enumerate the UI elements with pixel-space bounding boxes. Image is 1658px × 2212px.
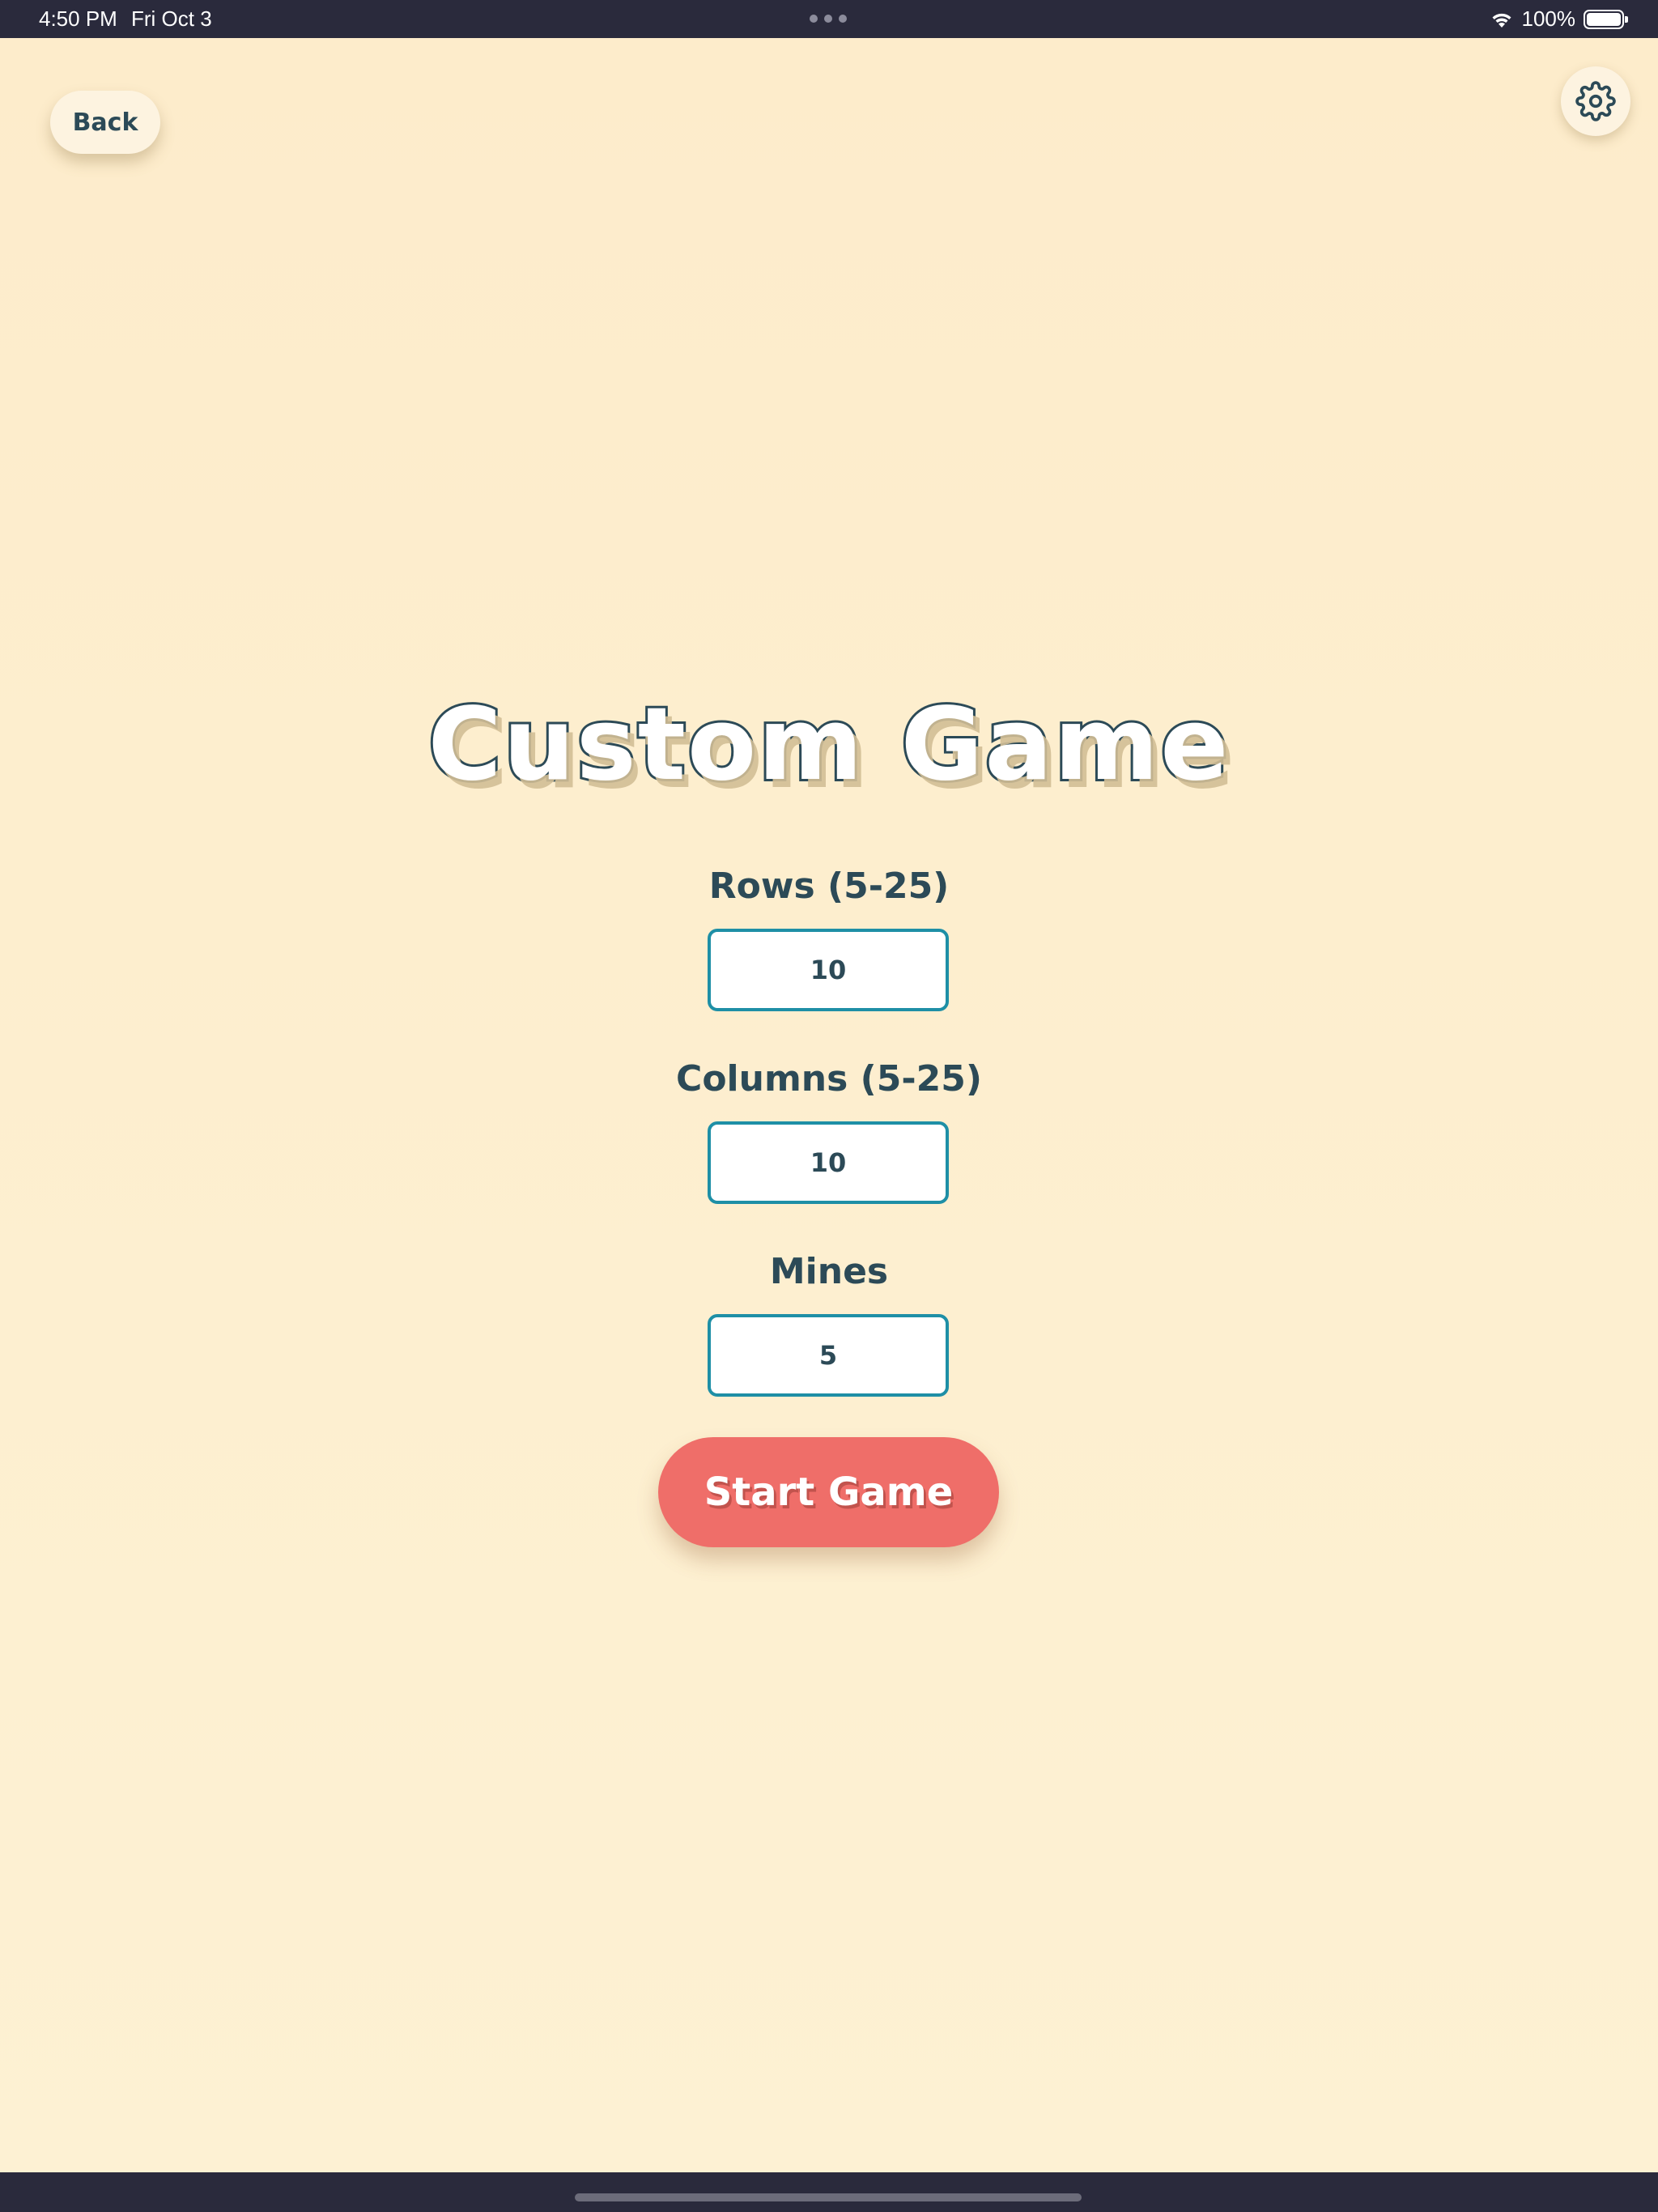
status-date: Fri Oct 3	[131, 6, 212, 31]
status-time: 4:50 PM	[39, 6, 117, 31]
home-indicator[interactable]	[575, 2193, 1082, 2201]
bottom-system-bar	[0, 2172, 1658, 2212]
wifi-icon	[1492, 13, 1511, 28]
columns-label: Columns (5-25)	[676, 1058, 982, 1100]
mines-label: Mines	[769, 1251, 889, 1292]
columns-input[interactable]	[708, 1121, 949, 1204]
custom-game-screen: Back Custom Game Rows (5-25) Columns (5-…	[0, 38, 1658, 2172]
multitasking-dots-icon[interactable]	[810, 15, 847, 23]
back-button[interactable]: Back	[50, 91, 160, 154]
settings-button[interactable]	[1561, 66, 1630, 136]
rows-label: Rows (5-25)	[708, 866, 950, 907]
rows-input[interactable]	[708, 929, 949, 1011]
status-bar: 4:50 PM Fri Oct 3 100%	[0, 0, 1658, 38]
status-indicators: 100%	[1490, 6, 1628, 32]
page-title: Custom Game	[426, 684, 1231, 806]
gear-icon	[1575, 81, 1616, 121]
start-game-button[interactable]: Start Game	[658, 1437, 999, 1547]
battery-icon	[1584, 9, 1628, 29]
mines-input[interactable]	[708, 1314, 949, 1397]
battery-percent: 100%	[1521, 6, 1576, 31]
